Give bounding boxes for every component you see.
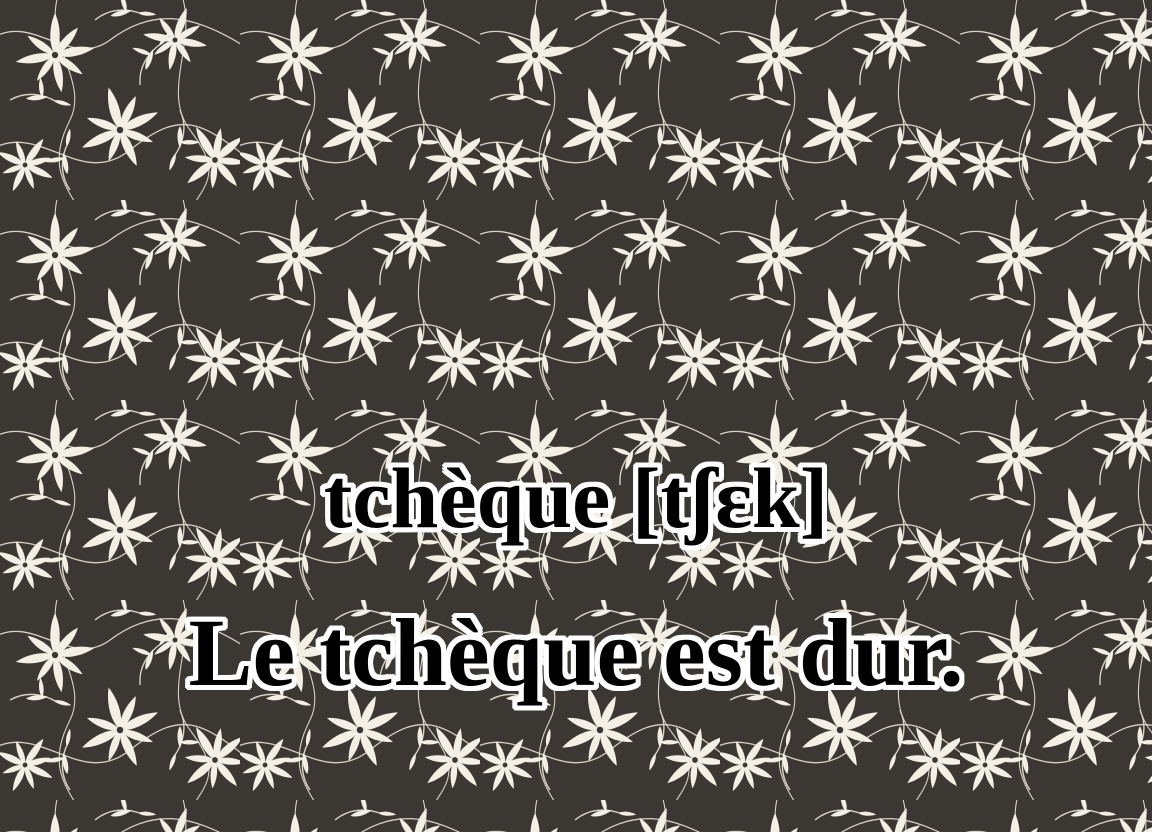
word-with-pronunciation: tchèque [tʃɛk] — [323, 450, 829, 546]
flashcard: tchèque [tʃɛk] Le tchèque est dur. — [0, 0, 1152, 832]
example-sentence: Le tchèque est dur. — [188, 599, 964, 706]
